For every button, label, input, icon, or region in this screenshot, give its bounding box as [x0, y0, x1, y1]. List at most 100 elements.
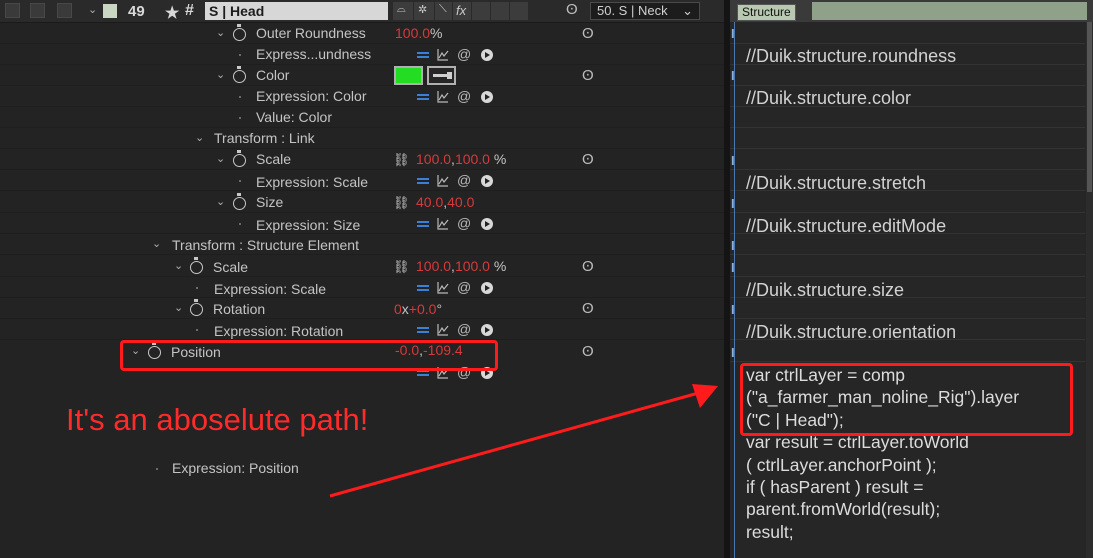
- expression-row-rotation[interactable]: Expression: Rotation @: [0, 319, 728, 340]
- value-row-color[interactable]: Value: Color: [0, 107, 728, 128]
- expression-text[interactable]: //Duik.structure.size: [746, 279, 904, 301]
- quality-switch[interactable]: ⟍: [434, 2, 453, 20]
- link-icon[interactable]: ⛓: [393, 149, 410, 170]
- stopwatch-icon[interactable]: [233, 193, 246, 210]
- adjustment-switch[interactable]: [490, 2, 509, 20]
- chevron-down-icon[interactable]: ⌄: [216, 149, 225, 170]
- property-value[interactable]: 40.0,40.0: [416, 192, 474, 213]
- equals-icon[interactable]: [417, 220, 429, 228]
- graph-icon[interactable]: [437, 324, 449, 336]
- stopwatch-icon[interactable]: [233, 150, 246, 167]
- graph-icon[interactable]: [437, 282, 449, 294]
- play-icon[interactable]: [481, 282, 493, 294]
- equals-icon[interactable]: [417, 93, 429, 101]
- audio-switch[interactable]: [30, 3, 45, 18]
- eyedropper-icon[interactable]: [427, 66, 456, 85]
- motion-blur-switch[interactable]: [471, 2, 490, 20]
- layer-name[interactable]: S | Head: [205, 2, 388, 20]
- property-row-size[interactable]: ⌄ Size ⛓ 40.0,40.0: [0, 192, 728, 213]
- equals-icon[interactable]: [417, 177, 429, 185]
- expression-text[interactable]: //Duik.structure.stretch: [746, 172, 926, 194]
- expression-text[interactable]: //Duik.structure.orientation: [746, 321, 956, 343]
- parent-dropdown[interactable]: 50. S | Neck ⌄: [590, 2, 700, 20]
- play-icon[interactable]: [481, 175, 493, 187]
- keyframe-marker[interactable]: I: [731, 346, 735, 360]
- group-row-transform-link[interactable]: ⌄ Transform : Link: [0, 128, 728, 149]
- pickwhip-icon[interactable]: @: [457, 216, 471, 230]
- pickwhip-icon[interactable]: @: [457, 47, 471, 61]
- spiral-icon[interactable]: ʘ: [582, 65, 594, 86]
- expression-row-roundness[interactable]: Express...undness @: [0, 44, 728, 65]
- spiral-icon[interactable]: ʘ: [566, 0, 578, 20]
- spiral-icon[interactable]: ʘ: [582, 341, 594, 362]
- keyframe-marker[interactable]: I: [731, 154, 735, 168]
- scrollbar-thumb[interactable]: [1087, 22, 1092, 192]
- pickwhip-icon[interactable]: @: [457, 89, 471, 103]
- expression-row-scale-structure[interactable]: Expression: Scale @: [0, 277, 728, 298]
- property-value[interactable]: 0x+0.0°: [394, 299, 442, 320]
- keyframe-marker[interactable]: I: [731, 239, 735, 253]
- expression-text[interactable]: //Duik.structure.roundness: [746, 45, 956, 67]
- layer-duration-bar[interactable]: [812, 2, 1087, 20]
- solo-switch[interactable]: [57, 3, 72, 18]
- label-color-swatch[interactable]: [103, 4, 117, 18]
- keyframe-marker[interactable]: I: [731, 303, 735, 317]
- graph-icon[interactable]: [437, 218, 449, 230]
- play-icon[interactable]: [481, 91, 493, 103]
- time-cursor[interactable]: [734, 22, 735, 558]
- graph-icon[interactable]: [437, 91, 449, 103]
- equals-icon[interactable]: [417, 284, 429, 292]
- keyframe-marker[interactable]: I: [731, 261, 735, 275]
- chevron-down-icon[interactable]: ⌄: [174, 298, 183, 319]
- stopwatch-icon[interactable]: [190, 257, 203, 274]
- group-row-transform-structure[interactable]: ⌄ Transform : Structure Element: [0, 234, 728, 255]
- play-icon[interactable]: [481, 49, 493, 61]
- property-row-color[interactable]: ⌄ Color ʘ: [0, 65, 728, 86]
- expression-row-size[interactable]: Expression: Size @: [0, 213, 728, 234]
- fx-icon[interactable]: fx: [452, 2, 471, 20]
- keyframe-marker[interactable]: I: [731, 27, 735, 41]
- chevron-down-icon[interactable]: ⌄: [216, 23, 225, 44]
- video-switch[interactable]: [5, 3, 20, 18]
- chevron-down-icon[interactable]: ⌄: [216, 192, 225, 213]
- property-row-scale[interactable]: ⌄ Scale ⛓ 100.0,100.0 % ʘ: [0, 149, 728, 170]
- equals-icon[interactable]: [417, 51, 429, 59]
- expression-row-color[interactable]: Expression: Color @: [0, 86, 728, 107]
- graph-icon[interactable]: [437, 175, 449, 187]
- chevron-down-icon[interactable]: ⌄: [152, 234, 161, 255]
- play-icon[interactable]: [481, 324, 493, 336]
- property-row-rotation[interactable]: ⌄ Rotation 0x+0.0° ʘ: [0, 298, 728, 319]
- property-value[interactable]: 100.0,100.0 %: [416, 256, 506, 277]
- property-value[interactable]: 100.0,100.0 %: [416, 149, 506, 170]
- stopwatch-icon[interactable]: [190, 299, 203, 316]
- chevron-down-icon[interactable]: ⌄: [195, 128, 204, 149]
- chevron-down-icon[interactable]: ⌄: [88, 0, 97, 21]
- spiral-icon[interactable]: ʘ: [582, 149, 594, 170]
- layer-header-row[interactable]: ⌄ 49 ★ # S | Head ⌓ ✲ ⟍ fx ʘ 50. S | Nec…: [0, 0, 728, 23]
- expression-text[interactable]: //Duik.structure.color: [746, 87, 911, 109]
- pickwhip-icon[interactable]: @: [457, 280, 471, 294]
- spiral-icon[interactable]: ʘ: [582, 23, 594, 44]
- 3d-switch[interactable]: [509, 2, 528, 20]
- property-value[interactable]: 100.0%: [395, 23, 443, 44]
- chevron-down-icon[interactable]: ⌄: [174, 256, 183, 277]
- pickwhip-icon[interactable]: @: [457, 173, 471, 187]
- play-icon[interactable]: [481, 218, 493, 230]
- shy-switch[interactable]: ⌓: [392, 2, 413, 20]
- stopwatch-icon[interactable]: [233, 66, 246, 83]
- expression-row-scale[interactable]: Expression: Scale @: [0, 170, 728, 191]
- color-swatch[interactable]: [394, 66, 423, 85]
- link-icon[interactable]: ⛓: [393, 192, 410, 213]
- equals-icon[interactable]: [417, 326, 429, 334]
- property-row-scale-structure[interactable]: ⌄ Scale ⛓ 100.0,100.0 % ʘ: [0, 256, 728, 277]
- property-row-outer-roundness[interactable]: ⌄ Outer Roundness 100.0% ʘ: [0, 23, 728, 44]
- link-icon[interactable]: ⛓: [393, 256, 410, 277]
- pickwhip-icon[interactable]: @: [457, 322, 471, 336]
- spiral-icon[interactable]: ʘ: [582, 298, 594, 319]
- keyframe-marker[interactable]: I: [731, 197, 735, 211]
- graph-icon[interactable]: [437, 49, 449, 61]
- keyframe-marker[interactable]: I: [731, 69, 735, 83]
- collapse-switch[interactable]: ✲: [413, 2, 434, 20]
- expression-text[interactable]: //Duik.structure.editMode: [746, 215, 946, 237]
- spiral-icon[interactable]: ʘ: [582, 256, 594, 277]
